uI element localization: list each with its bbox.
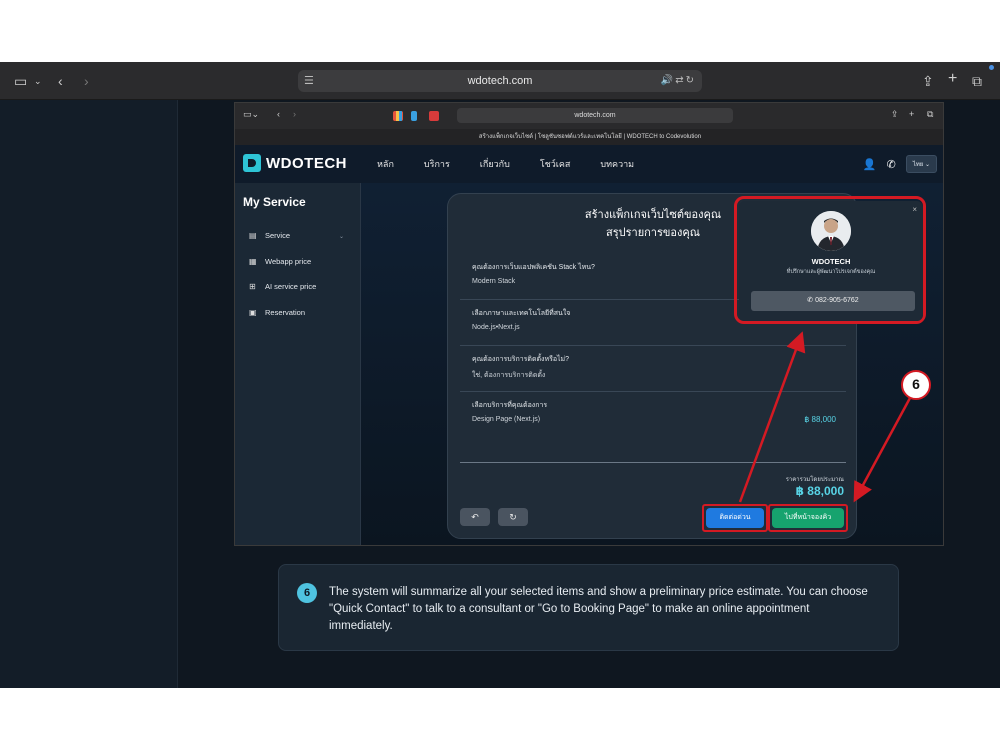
inner-address-bar[interactable]: wdotech.com	[457, 108, 733, 123]
back-button[interactable]: ↶	[460, 508, 490, 526]
popup-phone-button[interactable]: ✆ 082-905-6762	[751, 291, 915, 311]
sidebar-item-ai-service-price[interactable]: ⊞ AI service price	[249, 282, 316, 291]
page-settings-icon[interactable]: ☰	[304, 70, 314, 92]
summary-row: คุณต้องการบริการติดตั้งหรือไม่? ใช่, ต้อ…	[460, 346, 846, 392]
row-question: เลือกบริการที่คุณต้องการ	[472, 402, 548, 409]
favorite-app-icon[interactable]	[429, 111, 439, 121]
chevron-down-icon[interactable]: ⌄	[34, 72, 42, 90]
reset-button[interactable]: ↻	[498, 508, 528, 526]
share-icon[interactable]: ⇪	[922, 72, 934, 90]
server-icon: ▤	[249, 231, 257, 240]
service-sidebar: My Service ▤ Service ⌄ ▦ Webapp price ⊞ …	[235, 183, 361, 545]
logo-text: WDOTECH	[266, 154, 347, 172]
avatar	[811, 211, 851, 251]
user-icon[interactable]: 👤	[863, 158, 877, 171]
row-question: คุณต้องการบริการติดตั้งหรือไม่?	[472, 356, 570, 363]
inner-url-text: wdotech.com	[574, 112, 616, 119]
explanation-card: 6 The system will summarize all your sel…	[278, 564, 899, 651]
quick-contact-button[interactable]: ติดต่อด่วน	[706, 508, 764, 528]
outer-url-text: wdotech.com	[467, 75, 533, 87]
row-question: คุณต้องการเว็บแอปพลิเคชัน Stack ไหน?	[472, 264, 595, 271]
popup-subtitle: ที่ปรึกษาและผู้พัฒนาโปรเจกต์ของคุณ	[786, 269, 876, 275]
sidebar-item-label: Service	[265, 231, 291, 240]
new-tab-icon[interactable]: +	[909, 109, 914, 119]
language-selector[interactable]: ไทย ⌄	[905, 155, 937, 173]
inner-tab[interactable]: สร้างแพ็กเกจเว็บไซต์ | โซลูชันซอฟต์แวร์แ…	[235, 129, 943, 145]
close-icon[interactable]: ×	[912, 205, 917, 214]
sidebar-toggle-icon[interactable]: ▭	[14, 72, 27, 90]
booking-page-button[interactable]: ไปที่หน้าจองคิว	[772, 508, 844, 528]
calendar-icon: ▣	[249, 308, 257, 317]
sidebar-toggle-icon[interactable]: ▭⌄	[243, 109, 259, 120]
total-divider	[460, 462, 846, 463]
site-nav: หลัก บริการ เกี่ยวกับ โชว์เคส บทความ	[377, 145, 634, 183]
outer-browser-toolbar: ▭ ⌄ ‹ › ☰ wdotech.com 🔊⇄↻ ⇪ + ⧉	[0, 62, 1000, 100]
popup-name: WDOTECH	[811, 257, 851, 266]
chip-icon: ⊞	[249, 282, 256, 291]
chevron-down-icon[interactable]: ⌄	[339, 233, 344, 240]
phone-icon[interactable]: ✆	[887, 158, 896, 171]
favorite-bookmark-icon[interactable]	[411, 111, 417, 121]
row-answer: Node.js•Next.js	[472, 324, 520, 331]
inner-browser-toolbar: ▭⌄ ‹ › wdotech.com ⇪ + ⧉	[235, 103, 943, 129]
nav-item-about[interactable]: เกี่ยวกับ	[480, 145, 510, 183]
row-answer: Modern Stack	[472, 278, 516, 285]
header-actions: 👤 ✆ ไทย ⌄	[863, 155, 937, 173]
nav-item-articles[interactable]: บทความ	[600, 145, 634, 183]
explanation-text: The system will summarize all your selec…	[329, 586, 868, 632]
share-icon[interactable]: ⇪	[891, 109, 899, 120]
sidebar-item-webapp-price[interactable]: ▦ Webapp price	[249, 257, 311, 266]
sidebar-item-label: AI service price	[265, 282, 317, 291]
new-tab-icon[interactable]: +	[948, 70, 957, 88]
logo-mark-icon	[243, 154, 261, 172]
phone-icon: ✆	[807, 297, 816, 304]
nav-item-showcase[interactable]: โชว์เคส	[540, 145, 571, 183]
site-logo[interactable]: WDOTECH	[243, 154, 347, 172]
step-number: 6	[297, 583, 317, 603]
row-answer: ใช่, ต้องการบริการติดตั้ง	[472, 372, 546, 379]
sidebar-item-label: Webapp price	[265, 257, 312, 266]
row-question: เลือกภาษาและเทคโนโลยีที่สนใจ	[472, 310, 571, 317]
back-icon[interactable]: ‹	[277, 109, 280, 119]
inner-tab-title: สร้างแพ็กเกจเว็บไซต์ | โซลูชันซอฟต์แวร์แ…	[478, 134, 702, 140]
total-value: ฿ 88,000	[795, 484, 844, 498]
outer-address-bar[interactable]: ☰ wdotech.com 🔊⇄↻	[298, 70, 702, 92]
sidebar-item-service[interactable]: ▤ Service	[249, 231, 290, 240]
sidebar-item-label: Reservation	[265, 308, 306, 317]
document-icon: ▦	[249, 257, 257, 266]
forward-icon[interactable]: ›	[84, 72, 89, 90]
popup-phone-number: 082-905-6762	[815, 297, 859, 304]
row-price: ฿ 88,000	[804, 415, 836, 424]
screenshot-root: ▭ ⌄ ‹ › ☰ wdotech.com 🔊⇄↻ ⇪ + ⧉ ▭⌄ ‹ › w…	[0, 0, 1000, 750]
back-icon[interactable]: ‹	[58, 72, 63, 90]
tab-overview-icon[interactable]: ⧉	[972, 72, 982, 90]
tab-overview-icon[interactable]: ⧉	[927, 109, 933, 120]
step-badge: 6	[901, 370, 931, 400]
inner-screenshot: ▭⌄ ‹ › wdotech.com ⇪ + ⧉ สร้างแพ็กเกจเว็…	[234, 102, 944, 546]
sidebar-title: My Service	[243, 195, 306, 209]
favorite-grid-icon[interactable]	[393, 111, 403, 121]
sidebar-item-reservation[interactable]: ▣ Reservation	[249, 308, 305, 317]
contact-popup: × WDOTECH ที่ปรึกษาและผู้พัฒนาโปรเจกต์ขอ…	[739, 201, 923, 321]
total-label: ราคารวมโดยประมาณ	[785, 477, 844, 483]
forward-icon[interactable]: ›	[293, 109, 296, 119]
site-header: WDOTECH หลัก บริการ เกี่ยวกับ โชว์เคส บท…	[235, 145, 943, 183]
summary-row: เลือกบริการที่คุณต้องการ Design Page (Ne…	[460, 392, 846, 432]
audio-translate-reload-icons[interactable]: 🔊⇄↻	[661, 70, 696, 92]
outer-left-panel	[0, 100, 178, 688]
row-answer: Design Page (Next.js)	[472, 416, 541, 423]
nav-item-home[interactable]: หลัก	[377, 145, 394, 183]
notification-dot	[989, 65, 994, 70]
nav-item-services[interactable]: บริการ	[424, 145, 450, 183]
